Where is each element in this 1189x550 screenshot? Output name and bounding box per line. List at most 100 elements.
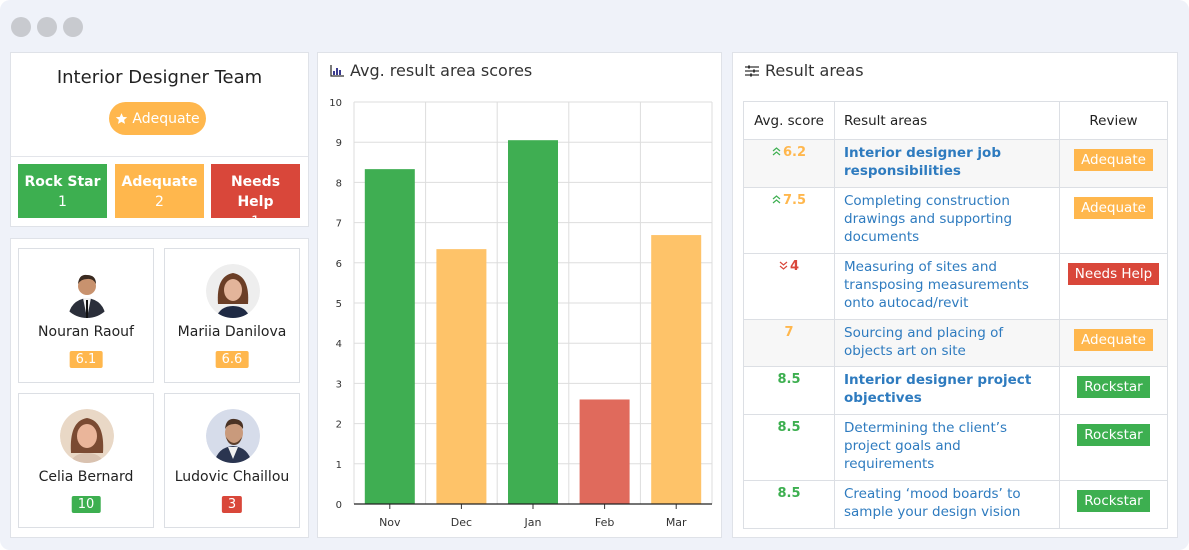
table-row[interactable]: 8.5 Interior designer project objectives R…	[743, 366, 1168, 415]
app-window: Interior Designer Team Adequate Rock Sta…	[0, 0, 1189, 550]
avatar-man-suit	[60, 264, 114, 318]
avg-score-value: 7	[784, 325, 794, 340]
window-dot-minimize[interactable]	[37, 17, 57, 37]
member-score-badge: 6.1	[69, 351, 103, 368]
member-score-badge: 10	[71, 496, 101, 513]
review-badge[interactable]: Adequate	[1074, 197, 1153, 219]
window-dot-maximize[interactable]	[63, 17, 83, 37]
result-area-link[interactable]: Interior designer job responsibilities	[834, 139, 1060, 188]
review-cell: Rockstar	[1059, 414, 1168, 481]
team-rating-label: Adequate	[132, 110, 200, 127]
result-area-link[interactable]: Interior designer project objectives	[834, 366, 1060, 415]
result-areas-table: Avg. score Result areas Review 6.2 Interi…	[743, 101, 1168, 529]
result-area-link[interactable]: Determining the client’s project goals a…	[834, 414, 1060, 481]
member-name: Ludovic Chaillou	[174, 469, 290, 485]
member-name: Nouran Raouf	[38, 324, 134, 340]
result-area-link[interactable]: Completing construction drawings and sup…	[834, 187, 1060, 254]
x-tick-label: Mar	[666, 516, 687, 529]
y-tick-label: 7	[336, 219, 342, 230]
bar-chart: 0 1 2 3 4 5 6 7 8 9 10 Nov Dec Jan Feb Mar	[329, 98, 713, 529]
member-name: Mariia Danilova	[177, 324, 287, 340]
stat-label: Adequate	[121, 174, 198, 190]
member-card[interactable]: Ludovic Chaillou 3	[164, 393, 300, 528]
chart-title: Avg. result area scores	[350, 61, 533, 80]
y-tick-label: 10	[329, 98, 342, 109]
review-cell: Adequate	[1059, 139, 1168, 188]
review-badge[interactable]: Needs Help	[1067, 263, 1160, 285]
member-name: Celia Bernard	[38, 469, 134, 485]
star-icon	[116, 113, 128, 124]
review-cell: Adequate	[1059, 319, 1168, 367]
bar-mar	[651, 235, 702, 504]
stat-label: Needs Help	[230, 174, 281, 210]
x-tick-label: Dec	[451, 516, 472, 529]
x-tick-label: Feb	[595, 516, 614, 529]
avatar-woman-brown-hair	[206, 264, 260, 318]
column-header-review[interactable]: Review	[1059, 101, 1168, 140]
trend-down-icon	[779, 261, 788, 273]
avatar-man-beard	[206, 409, 260, 463]
stat-count: 1	[251, 214, 260, 230]
stat-needs-help[interactable]: Needs Help 1	[211, 164, 300, 230]
team-members-panel: Nouran Raouf 6.1 Mariia Danilova 6.6 Cel…	[10, 238, 309, 538]
review-badge[interactable]: Rockstar	[1077, 376, 1150, 398]
column-header-avg-score[interactable]: Avg. score	[743, 101, 835, 140]
avg-score-cell: 6.2	[743, 139, 835, 188]
y-tick-label: 3	[336, 379, 342, 390]
table-header-row: Avg. score Result areas Review	[743, 101, 1168, 140]
member-score-badge: 6.6	[215, 351, 249, 368]
table-row[interactable]: 8.5 Creating ‘mood boards’ to sample your…	[743, 480, 1168, 529]
window-dot-close[interactable]	[11, 17, 31, 37]
table-row[interactable]: 7 Sourcing and placing of objects art on …	[743, 319, 1168, 367]
table-row[interactable]: 8.5 Determining the client’s project goal…	[743, 414, 1168, 481]
divider	[11, 156, 308, 157]
y-tick-label: 0	[336, 500, 342, 511]
y-tick-label: 5	[336, 299, 342, 310]
table-row[interactable]: 7.5 Completing construction drawings and …	[743, 187, 1168, 254]
avg-score-value: 8.5	[777, 420, 801, 435]
bar-chart-icon	[330, 64, 344, 77]
review-badge[interactable]: Rockstar	[1077, 490, 1150, 512]
y-tick-label: 6	[336, 259, 342, 270]
result-area-link[interactable]: Creating ‘mood boards’ to sample your de…	[834, 480, 1060, 529]
y-tick-label: 8	[336, 178, 342, 189]
review-cell: Rockstar	[1059, 366, 1168, 415]
result-area-link[interactable]: Measuring of sites and transposing measu…	[834, 253, 1060, 320]
chart-panel-title: Avg. result area scores	[330, 61, 532, 80]
stat-rock-star[interactable]: Rock Star 1	[18, 164, 107, 218]
member-card[interactable]: Nouran Raouf 6.1	[18, 248, 154, 383]
team-title: Interior Designer Team	[56, 67, 263, 88]
avg-score-value: 8.5	[777, 486, 801, 501]
team-rating-badge[interactable]: Adequate	[109, 102, 206, 135]
table-row[interactable]: 6.2 Interior designer job responsibilitie…	[743, 139, 1168, 188]
stat-count: 1	[58, 194, 67, 210]
result-areas-title-text: Result areas	[765, 61, 864, 80]
avg-score-cell: 8.5	[743, 366, 835, 415]
avg-score-value: 8.5	[777, 372, 801, 387]
member-score-badge: 3	[221, 496, 243, 513]
stat-adequate[interactable]: Adequate 2	[115, 164, 204, 218]
result-area-link[interactable]: Sourcing and placing of objects art on s…	[834, 319, 1060, 367]
review-badge[interactable]: Adequate	[1074, 329, 1153, 351]
avg-score-cell: 8.5	[743, 414, 835, 481]
sliders-icon	[745, 65, 759, 76]
member-card[interactable]: Celia Bernard 10	[18, 393, 154, 528]
column-header-result-areas[interactable]: Result areas	[834, 101, 1060, 140]
y-tick-label: 1	[336, 460, 342, 471]
result-areas-title: Result areas	[745, 61, 864, 80]
review-badge[interactable]: Rockstar	[1077, 424, 1150, 446]
stat-count: 2	[155, 194, 164, 210]
bar-feb	[579, 399, 630, 504]
avg-score-cell: 7.5	[743, 187, 835, 254]
review-cell: Rockstar	[1059, 480, 1168, 529]
x-tick-label: Jan	[524, 516, 542, 529]
bar-jan	[508, 140, 558, 504]
review-badge[interactable]: Adequate	[1074, 149, 1153, 171]
avg-score-cell: 4	[743, 253, 835, 320]
chart-panel: 0 1 2 3 4 5 6 7 8 9 10 Nov Dec Jan Feb Mar Avg. result …	[317, 52, 722, 538]
member-card[interactable]: Mariia Danilova 6.6	[164, 248, 300, 383]
team-summary-panel: Interior Designer Team Adequate Rock Sta…	[10, 52, 309, 230]
trend-up-icon	[772, 195, 781, 207]
table-row[interactable]: 4 Measuring of sites and transposing meas…	[743, 253, 1168, 320]
avg-score-value: 4	[789, 259, 800, 274]
